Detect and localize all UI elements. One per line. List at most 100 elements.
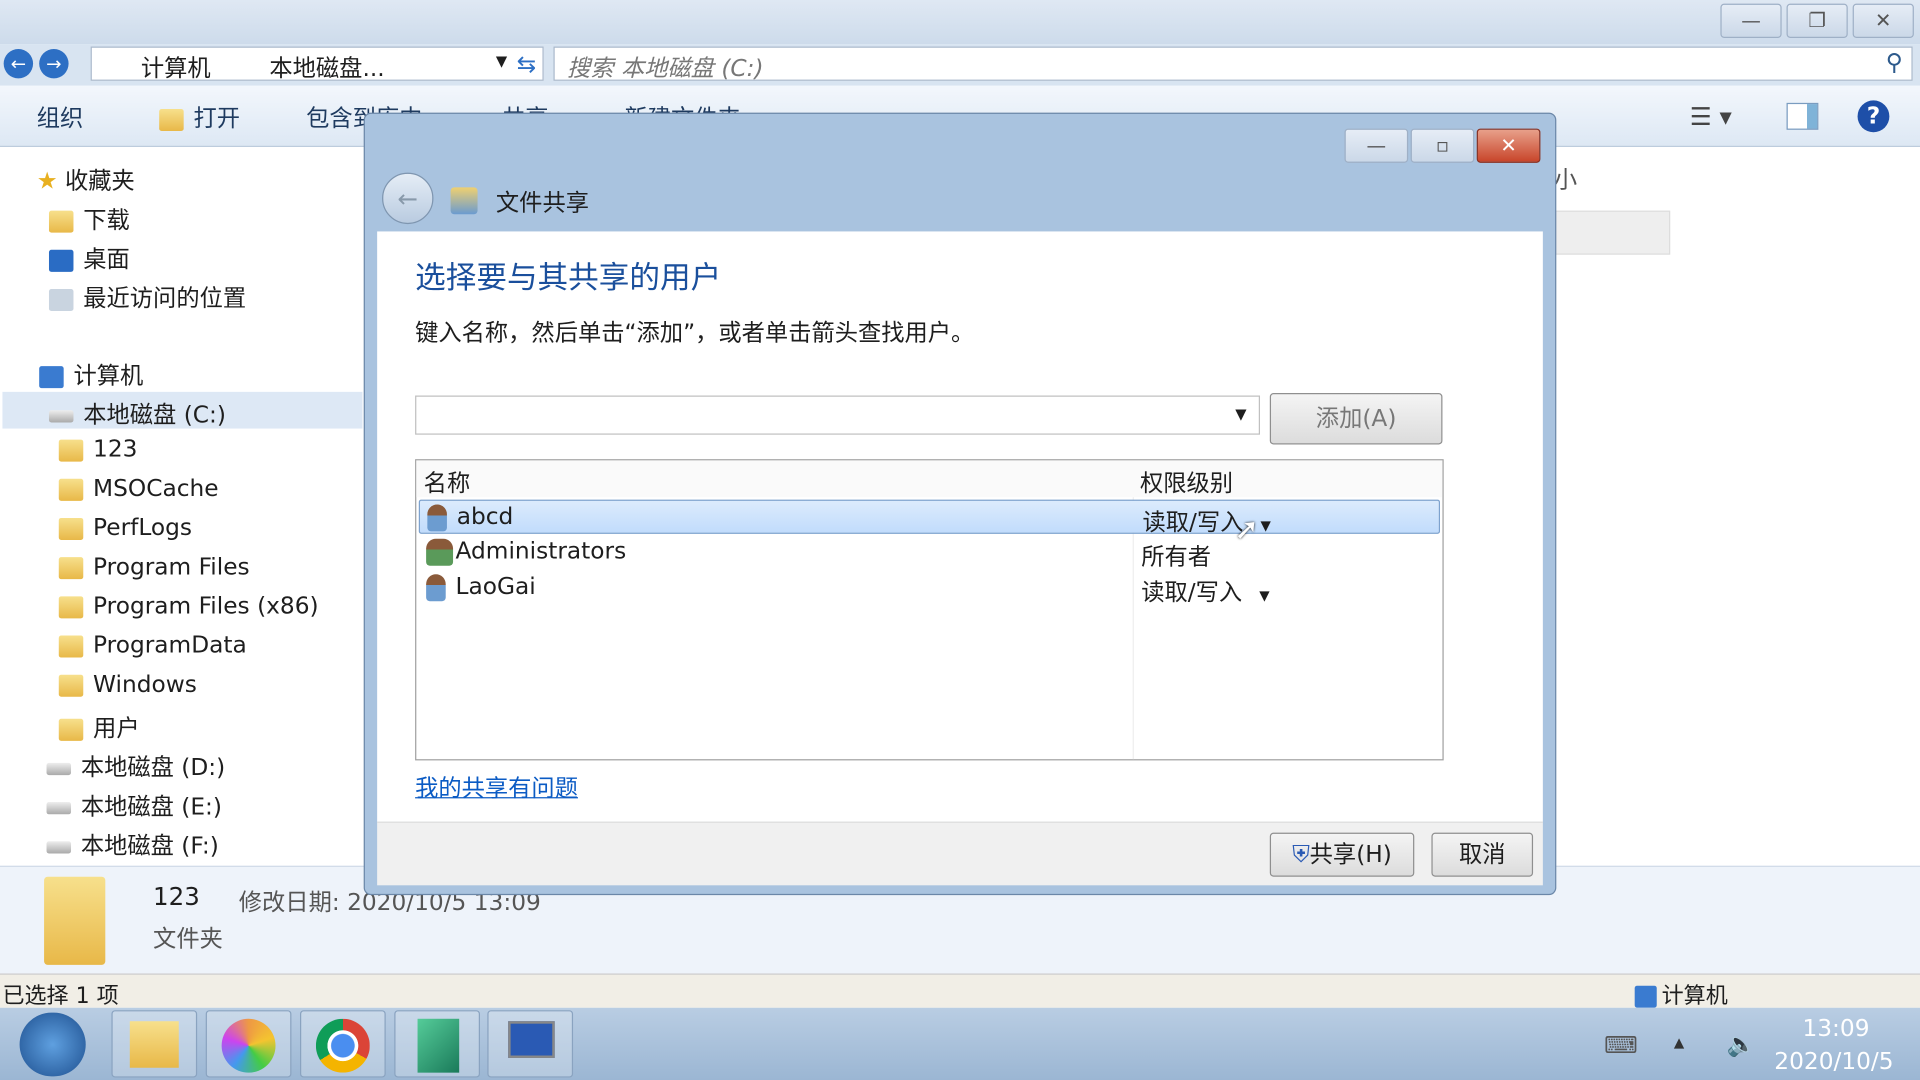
nav-folder[interactable]: 用户	[59, 710, 140, 743]
start-button[interactable]	[20, 1013, 86, 1077]
clock-time[interactable]: 13:09	[1802, 1015, 1869, 1042]
drive-icon	[47, 762, 71, 774]
nav-label: Program Files	[93, 553, 250, 580]
computer-icon	[1635, 986, 1657, 1008]
organize-button[interactable]: 组织	[37, 100, 84, 133]
dialog-maximize-button[interactable]: ▫	[1411, 129, 1475, 163]
nav-folder[interactable]: ProgramData	[59, 632, 247, 659]
folder-icon	[59, 718, 83, 740]
folder-icon	[59, 439, 83, 461]
table-row[interactable]: Administrators 所有者	[419, 535, 1440, 569]
nav-folder[interactable]: Program Files	[59, 553, 250, 580]
permission-label: 读取/写入	[1142, 509, 1243, 536]
computer-icon	[39, 366, 63, 388]
taskbar-app-pinwheel[interactable]	[206, 1010, 292, 1077]
drive-icon	[47, 841, 71, 853]
nav-label: 123	[93, 436, 137, 463]
chrome-icon	[316, 1019, 370, 1073]
nav-drive-f[interactable]: 本地磁盘 (F:)	[47, 828, 219, 861]
nav-drive-e[interactable]: 本地磁盘 (E:)	[47, 789, 222, 822]
nav-folder[interactable]: Program Files (x86)	[59, 593, 319, 620]
file-item-size-cell	[1555, 211, 1670, 255]
nav-folder[interactable]: MSOCache	[59, 475, 219, 502]
taskbar-app-green[interactable]	[394, 1010, 480, 1077]
drive-icon	[49, 410, 73, 422]
book-icon	[418, 1019, 460, 1073]
nav-folder[interactable]: 123	[59, 436, 138, 463]
view-options-icon[interactable]: ☰ ▾	[1690, 102, 1732, 131]
dialog-minimize-button[interactable]: —	[1344, 129, 1408, 163]
minimize-button[interactable]: —	[1720, 4, 1781, 38]
sharing-users-icon	[451, 187, 478, 214]
folder-icon	[59, 635, 83, 657]
nav-recent[interactable]: 最近访问的位置	[49, 280, 246, 313]
folder-icon	[59, 517, 83, 539]
nav-downloads[interactable]: 下载	[49, 202, 130, 235]
chevron-down-icon[interactable]: ▼	[496, 53, 507, 70]
dialog-close-button[interactable]: ✕	[1477, 129, 1541, 163]
nav-label: ProgramData	[93, 632, 247, 659]
taskbar-network[interactable]	[487, 1010, 573, 1077]
tray-expand-icon[interactable]: ▲	[1674, 1035, 1684, 1051]
details-name: 123	[153, 882, 200, 911]
nav-drive-c[interactable]: 本地磁盘 (C:)	[49, 397, 226, 430]
share-label: 共享(H)	[1310, 841, 1392, 868]
nav-label: 最近访问的位置	[83, 285, 246, 312]
add-button[interactable]: 添加(A)	[1270, 393, 1443, 444]
restore-button[interactable]: ❐	[1787, 4, 1848, 38]
nav-label: 桌面	[83, 246, 130, 273]
column-name[interactable]: 名称	[424, 465, 471, 498]
address-input[interactable]: 计算机 本地磁盘... ▼	[91, 47, 544, 81]
locked-folder-icon	[59, 478, 83, 500]
column-permission[interactable]: 权限级别	[1140, 465, 1233, 498]
user-name: Administrators	[456, 538, 627, 565]
forward-button[interactable]: →	[39, 49, 68, 78]
back-button[interactable]: ←	[4, 49, 33, 78]
open-label: 打开	[193, 105, 240, 132]
nav-label: 本地磁盘 (F:)	[81, 833, 219, 860]
table-row[interactable]: LaoGai 读取/写入▼	[419, 571, 1440, 605]
dialog-footer: ⛨共享(H) 取消	[377, 822, 1543, 886]
group-icon	[426, 539, 453, 566]
folder-icon	[59, 596, 83, 618]
nav-drive-d[interactable]: 本地磁盘 (D:)	[47, 749, 226, 782]
nav-favorites[interactable]: ★ 收藏夹	[37, 163, 135, 196]
nav-label: MSOCache	[93, 475, 219, 502]
user-combobox[interactable]: ▼	[415, 396, 1260, 435]
details-type: 文件夹	[153, 921, 223, 954]
help-icon[interactable]: ?	[1858, 100, 1890, 132]
shield-icon: ⛨	[1292, 841, 1309, 868]
nav-folder[interactable]: Windows	[59, 671, 197, 698]
refresh-icon[interactable]: ⇆	[517, 51, 536, 78]
search-input[interactable]: 搜索 本地磁盘 (C:)	[553, 47, 1912, 81]
close-button[interactable]: ✕	[1853, 4, 1914, 38]
chevron-down-icon[interactable]: ▼	[1259, 588, 1269, 604]
chevron-down-icon[interactable]: ▼	[1260, 518, 1270, 534]
clock-date[interactable]: 2020/10/5	[1774, 1048, 1893, 1075]
volume-icon[interactable]: 🔈	[1727, 1030, 1756, 1058]
taskbar-explorer[interactable]	[111, 1010, 197, 1077]
sharing-help-link[interactable]: 我的共享有问题	[415, 770, 578, 803]
share-button[interactable]: ⛨共享(H)	[1270, 833, 1414, 877]
nav-computer[interactable]: 计算机	[39, 358, 143, 391]
dialog-title: 文件共享	[496, 185, 589, 218]
breadcrumb-drive[interactable]: 本地磁盘...	[269, 50, 384, 83]
permission-label: 所有者	[1141, 539, 1211, 572]
nav-desktop[interactable]: 桌面	[49, 241, 130, 274]
preview-pane-icon[interactable]	[1787, 103, 1819, 130]
dialog-back-button[interactable]: ←	[382, 173, 433, 224]
breadcrumb-computer[interactable]: 计算机	[141, 50, 211, 83]
cancel-button[interactable]: 取消	[1431, 833, 1533, 877]
keyboard-icon[interactable]: ⌨	[1604, 1032, 1638, 1059]
open-button[interactable]: 打开	[159, 100, 240, 133]
table-row[interactable]: abcd 读取/写入▼	[419, 500, 1440, 534]
nav-label: 下载	[83, 207, 130, 234]
dialog-heading: 选择要与其共享的用户	[415, 253, 721, 297]
chevron-down-icon[interactable]: ▼	[1235, 405, 1246, 422]
star-icon: ★	[37, 168, 65, 195]
mouse-cursor-icon: ➚	[1234, 512, 1259, 546]
permission-dropdown[interactable]: 读取/写入▼	[1141, 574, 1269, 607]
taskbar-chrome[interactable]	[300, 1010, 386, 1077]
nav-label: 用户	[93, 715, 140, 742]
nav-folder[interactable]: PerfLogs	[59, 514, 192, 541]
